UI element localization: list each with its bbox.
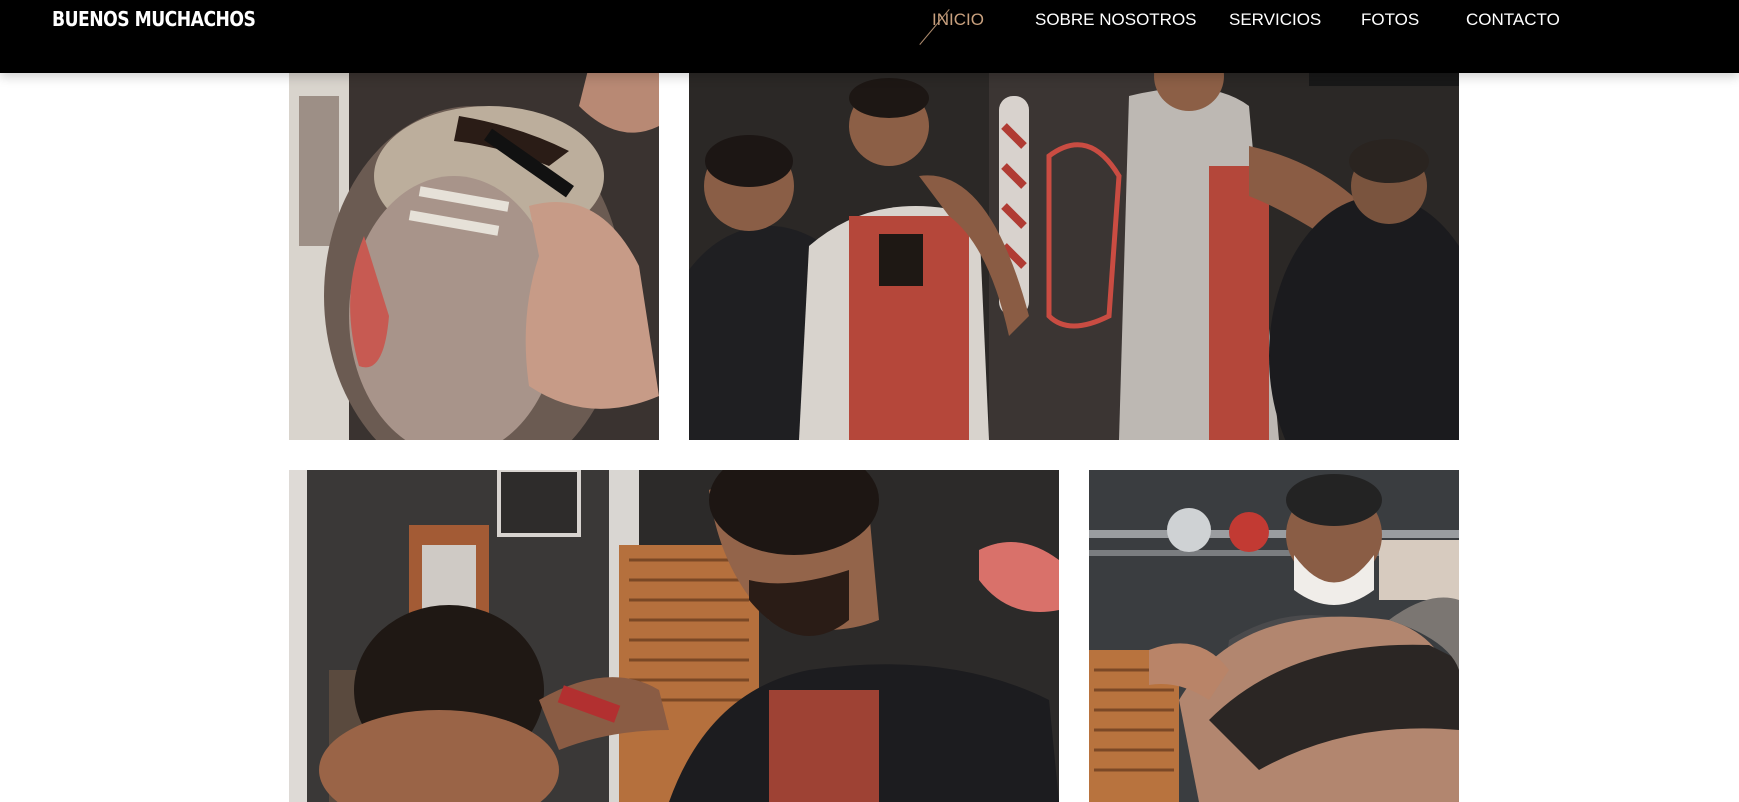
barbers-group-image: [689, 66, 1459, 440]
nav-servicios[interactable]: SERVICIOS: [1229, 10, 1321, 30]
photo-gallery: [0, 0, 1739, 802]
photo-beard-trim[interactable]: [1089, 470, 1459, 802]
photo-barber-clipper[interactable]: [289, 470, 1059, 802]
haircut-closeup-image: [289, 66, 659, 440]
beard-trim-image: [1089, 470, 1459, 802]
photo-barbers-group[interactable]: [689, 66, 1459, 440]
barber-clipper-image: [289, 470, 1059, 802]
brand-logo[interactable]: BUENOS MUCHACHOS: [52, 7, 256, 31]
nav-fotos[interactable]: FOTOS: [1361, 10, 1419, 30]
nav-sobre-nosotros[interactable]: SOBRE NOSOTROS: [1035, 10, 1197, 30]
nav-contacto[interactable]: CONTACTO: [1466, 10, 1560, 30]
photo-haircut-closeup[interactable]: [289, 66, 659, 440]
site-header: BUENOS MUCHACHOS INICIO SOBRE NOSOTROS S…: [0, 0, 1739, 73]
nav-inicio[interactable]: INICIO: [932, 10, 984, 30]
